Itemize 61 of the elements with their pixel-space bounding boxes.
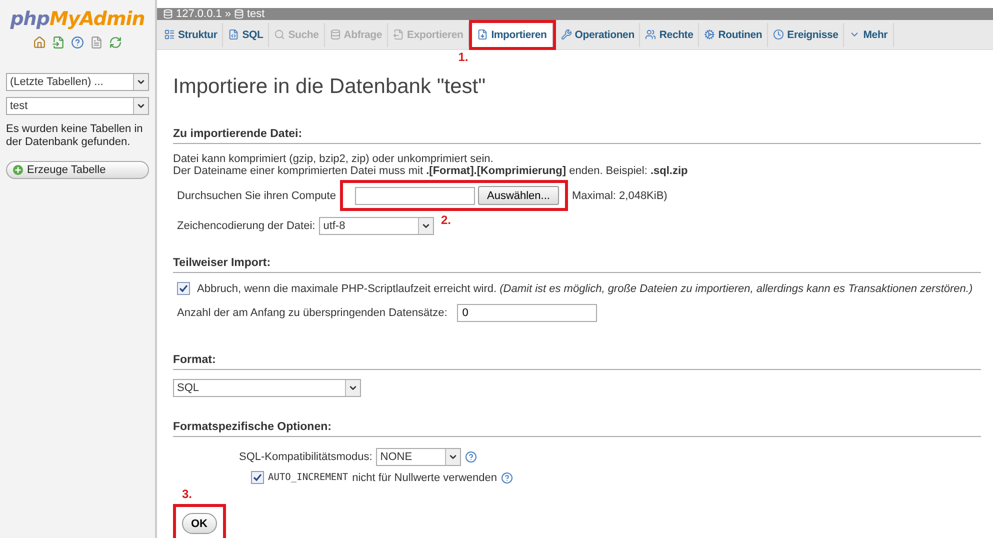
database-icon: [234, 9, 244, 19]
database-link[interactable]: test: [247, 8, 265, 20]
database-select[interactable]: test: [6, 97, 149, 115]
section-title: Formatspezifische Optionen:: [173, 421, 981, 437]
server-link[interactable]: 127.0.0.1: [176, 8, 222, 20]
compression-info: Datei kann komprimiert (gzip, bzip2, zip) oder unkomprimiert sein.: [173, 153, 494, 165]
tab[interactable]: SQL: [223, 22, 270, 46]
step-number: 3.: [182, 487, 192, 501]
structure-icon: [164, 29, 175, 40]
help-icon[interactable]: [465, 451, 478, 463]
charset-label: Zeichencodierung der Datei:: [177, 220, 316, 232]
help-icon[interactable]: [500, 472, 513, 484]
compat-mode-select[interactable]: NONE: [376, 448, 462, 466]
clock-icon: [773, 29, 784, 40]
auto-increment-label: nicht für Nullwerte verwenden: [352, 472, 497, 484]
logo: phpMyAdmin: [9, 8, 146, 30]
tab[interactable]: Struktur: [159, 22, 224, 46]
recent-tables-select[interactable]: (Letzte Tabellen) ...: [6, 73, 149, 91]
auto-increment-code: AUTO_INCREMENT: [268, 472, 348, 483]
tab[interactable]: Ereignisse: [768, 22, 844, 46]
charset-select[interactable]: utf-8: [319, 217, 434, 235]
skip-rows-field[interactable]: 0: [457, 304, 598, 322]
section-title: Teilweiser Import:: [173, 257, 981, 273]
server-icon: [163, 9, 173, 19]
filename-info: Der Dateiname einer komprimierten Datei muss mit .[Format].[Komprimierung] enden. Beispiel: .sql.zip: [173, 165, 689, 177]
tab[interactable]: Importieren: [472, 22, 553, 46]
step-number: 2.: [440, 213, 451, 227]
users-icon: [645, 29, 656, 40]
wrench-icon: [560, 29, 572, 40]
abort-option-label: Abbruch, wenn die maximale PHP-Scriptlaufzeit erreicht wird. (Damit ist es möglich, große Dateien zu importieren, allerdings kann es Transaktionen zerstören.): [197, 282, 973, 294]
home-icon[interactable]: [33, 36, 46, 49]
reload-icon[interactable]: [109, 36, 122, 49]
skip-rows-label: Anzahl der am Anfang zu überspringenden Datensätze:: [177, 307, 448, 319]
export-icon: [393, 29, 404, 40]
file-field[interactable]: [354, 186, 475, 204]
tab[interactable]: Mehr: [844, 22, 894, 46]
section-title: Format:: [173, 354, 981, 370]
ok-button[interactable]: OK: [182, 513, 216, 534]
search-icon: [274, 29, 286, 40]
compat-mode-label: SQL-Kompatibilitätsmodus:: [239, 451, 372, 463]
sql-file-icon: [228, 29, 240, 40]
browse-label: Durchsuchen Sie ihren Compute: [177, 190, 336, 202]
section-title: Zu importierende Datei:: [173, 128, 981, 144]
gears-icon: [704, 29, 716, 40]
checkbox[interactable]: [177, 282, 190, 295]
page-title: Importiere in die Datenbank "test": [173, 75, 487, 99]
choose-file-button[interactable]: Auswählen...: [478, 186, 559, 205]
tab[interactable]: Operationen: [556, 22, 640, 46]
format-select[interactable]: SQL: [173, 379, 361, 397]
create-table-button[interactable]: Erzeuge Tabelle: [6, 161, 149, 179]
import-icon: [477, 29, 488, 40]
plus-icon: [13, 165, 23, 175]
no-tables-message: Es wurden keine Tabellen in der Datenbank gefunden.: [6, 123, 144, 149]
checkbox[interactable]: [251, 471, 264, 484]
document-icon[interactable]: [90, 36, 103, 49]
help-icon[interactable]: [71, 36, 84, 49]
tab[interactable]: Routinen: [699, 22, 768, 46]
breadcrumb-separator: »: [224, 8, 231, 20]
step-number: 1.: [458, 50, 468, 64]
max-size-note: Maximal: 2,048KiB): [572, 190, 668, 202]
tab[interactable]: Rechte: [640, 22, 700, 46]
